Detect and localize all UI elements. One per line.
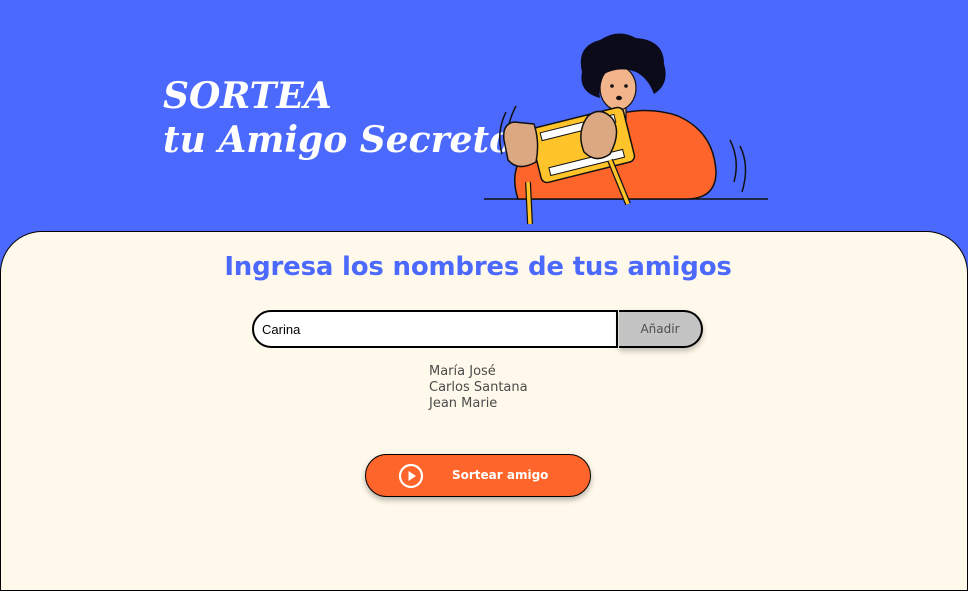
add-button[interactable]: Añadir bbox=[619, 310, 703, 348]
list-item: María José bbox=[429, 364, 496, 379]
page-title: SORTEA tu Amigo Secreto bbox=[163, 74, 513, 162]
section-heading: Ingresa los nombres de tus amigos bbox=[224, 252, 732, 282]
play-circle-icon bbox=[398, 463, 424, 489]
title-line-1: SORTEA bbox=[163, 75, 332, 117]
friends-list: María José Carlos Santana Jean Marie bbox=[429, 364, 528, 412]
main-content-panel: Ingresa los nombres de tus amigos Añadir… bbox=[0, 231, 968, 591]
draw-friend-button[interactable]: Sortear amigo bbox=[365, 454, 591, 497]
header-banner: SORTEA tu Amigo Secreto bbox=[0, 0, 968, 240]
list-item: Carlos Santana bbox=[429, 380, 528, 395]
add-friend-form: Añadir bbox=[252, 310, 704, 350]
title-line-2: tu Amigo Secreto bbox=[163, 119, 514, 161]
draw-button-label: Sortear amigo bbox=[452, 468, 549, 482]
person-playing-game-icon bbox=[484, 33, 768, 225]
friend-name-input[interactable] bbox=[252, 310, 618, 348]
list-item: Jean Marie bbox=[429, 396, 498, 411]
